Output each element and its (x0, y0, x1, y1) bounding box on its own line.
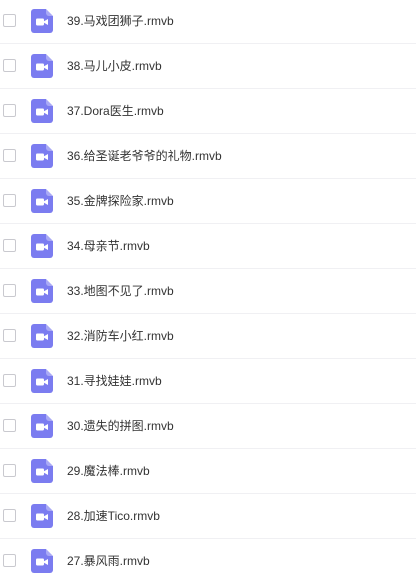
file-name[interactable]: 35.金牌探险家.rmvb (67, 192, 174, 210)
file-select-checkbox[interactable] (3, 284, 16, 297)
video-file-icon (31, 189, 53, 213)
file-row[interactable]: 31.寻找娃娃.rmvb (0, 359, 416, 404)
file-name[interactable]: 34.母亲节.rmvb (67, 237, 150, 255)
file-row[interactable]: 34.母亲节.rmvb (0, 224, 416, 269)
file-select-checkbox[interactable] (3, 464, 16, 477)
file-row[interactable]: 27.暴风雨.rmvb (0, 539, 416, 577)
file-name[interactable]: 39.马戏团狮子.rmvb (67, 12, 174, 30)
file-row[interactable]: 30.遗失的拼图.rmvb (0, 404, 416, 449)
video-file-icon (31, 54, 53, 78)
video-file-icon (31, 234, 53, 258)
file-select-checkbox[interactable] (3, 239, 16, 252)
file-select-checkbox[interactable] (3, 104, 16, 117)
file-row[interactable]: 32.消防车小红.rmvb (0, 314, 416, 359)
file-name[interactable]: 38.马儿小皮.rmvb (67, 57, 162, 75)
file-select-checkbox[interactable] (3, 59, 16, 72)
video-file-icon (31, 459, 53, 483)
file-row[interactable]: 33.地图不见了.rmvb (0, 269, 416, 314)
video-file-icon (31, 144, 53, 168)
video-file-icon (31, 9, 53, 33)
file-name[interactable]: 37.Dora医生.rmvb (67, 102, 164, 120)
file-name[interactable]: 33.地图不见了.rmvb (67, 282, 174, 300)
file-select-checkbox[interactable] (3, 554, 16, 567)
file-select-checkbox[interactable] (3, 329, 16, 342)
file-select-checkbox[interactable] (3, 194, 16, 207)
video-file-icon (31, 99, 53, 123)
file-select-checkbox[interactable] (3, 14, 16, 27)
file-name[interactable]: 36.给圣诞老爷爷的礼物.rmvb (67, 147, 222, 165)
file-select-checkbox[interactable] (3, 419, 16, 432)
file-row[interactable]: 39.马戏团狮子.rmvb (0, 0, 416, 44)
file-row[interactable]: 37.Dora医生.rmvb (0, 89, 416, 134)
video-file-icon (31, 504, 53, 528)
video-file-icon (31, 324, 53, 348)
file-name[interactable]: 28.加速Tico.rmvb (67, 507, 160, 525)
file-row[interactable]: 29.魔法棒.rmvb (0, 449, 416, 494)
file-row[interactable]: 36.给圣诞老爷爷的礼物.rmvb (0, 134, 416, 179)
file-row[interactable]: 28.加速Tico.rmvb (0, 494, 416, 539)
file-name[interactable]: 32.消防车小红.rmvb (67, 327, 174, 345)
file-list: 39.马戏团狮子.rmvb 38.马儿小皮.rmvb 37.Dora医生.rmvb 3… (0, 0, 416, 577)
file-name[interactable]: 29.魔法棒.rmvb (67, 462, 150, 480)
file-name[interactable]: 31.寻找娃娃.rmvb (67, 372, 162, 390)
file-select-checkbox[interactable] (3, 374, 16, 387)
file-select-checkbox[interactable] (3, 509, 16, 522)
video-file-icon (31, 414, 53, 438)
file-select-checkbox[interactable] (3, 149, 16, 162)
video-file-icon (31, 369, 53, 393)
video-file-icon (31, 279, 53, 303)
file-name[interactable]: 27.暴风雨.rmvb (67, 552, 150, 570)
file-name[interactable]: 30.遗失的拼图.rmvb (67, 417, 174, 435)
file-row[interactable]: 38.马儿小皮.rmvb (0, 44, 416, 89)
file-row[interactable]: 35.金牌探险家.rmvb (0, 179, 416, 224)
video-file-icon (31, 549, 53, 573)
